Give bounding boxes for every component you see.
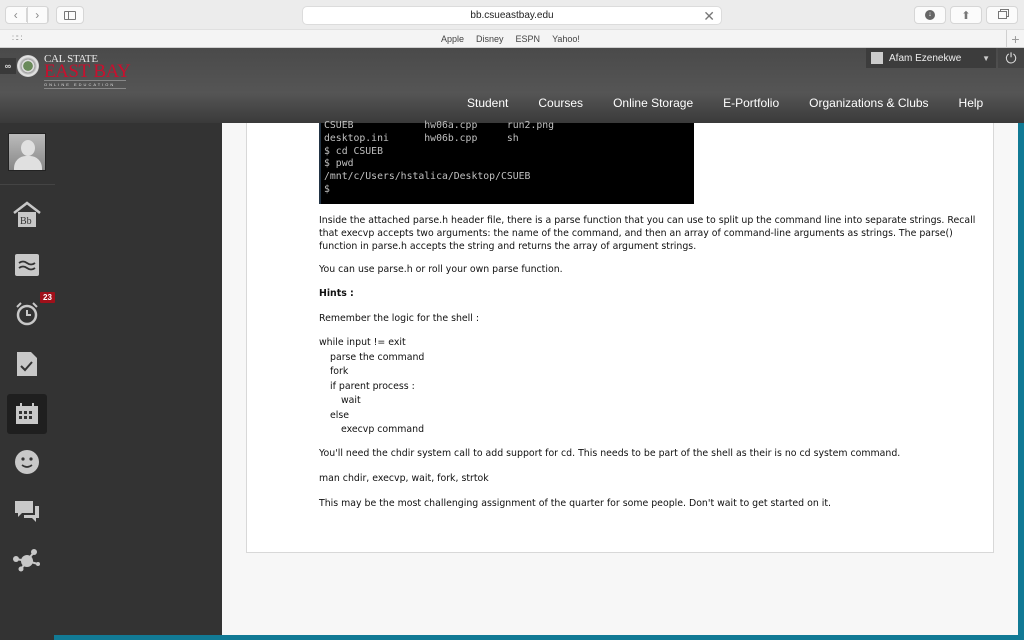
logout-button[interactable]: ⏻ (998, 48, 1024, 68)
sidebar-toggle-button[interactable] (56, 6, 84, 24)
chevron-right-icon: › (28, 8, 48, 22)
network-icon (13, 549, 40, 572)
nav-online-storage[interactable]: Online Storage (613, 96, 693, 110)
sidebar-item-home[interactable]: Bb (10, 198, 44, 232)
nav-e-portfolio[interactable]: E-Portfolio (723, 96, 779, 110)
terminal-line: /mnt/c/Users/hstalica/Desktop/CSUEB (324, 171, 531, 183)
nav-help[interactable]: Help (959, 96, 984, 110)
chat-bubbles-icon (15, 501, 39, 522)
tabs-button[interactable] (986, 6, 1018, 24)
close-icon[interactable]: ✕ (703, 8, 715, 24)
bookmark-disney[interactable]: Disney (476, 34, 504, 44)
plus-icon: + (1011, 31, 1020, 47)
pseudo-line: if parent process : (330, 380, 415, 392)
waves-icon (15, 254, 39, 276)
pseudo-line: while input != exit (319, 337, 406, 348)
svg-text:Bb: Bb (20, 216, 32, 227)
divider (0, 184, 55, 185)
notification-badge: 23 (40, 292, 55, 303)
link-icon[interactable]: ∞ (0, 58, 16, 74)
pseudo-line: fork (330, 366, 349, 377)
pseudo-line: else (330, 409, 350, 421)
paragraph-roll-own: You can use parse.h or roll your own par… (319, 264, 563, 275)
sidebar-item-calendar[interactable] (7, 394, 47, 434)
bookmark-yahoo[interactable]: Yahoo! (552, 34, 580, 44)
forward-button[interactable]: › (28, 7, 48, 23)
sidebar-item-profile[interactable] (10, 445, 44, 479)
paragraph-parse-h: Inside the attached parse.h header file,… (319, 215, 976, 252)
new-tab-button[interactable]: + (1006, 30, 1024, 48)
hints-heading: Hints : (319, 288, 354, 299)
download-icon: ↓ (925, 10, 935, 20)
nav-organizations-clubs[interactable]: Organizations & Clubs (809, 96, 928, 110)
chevron-left-icon: ‹ (6, 8, 27, 22)
bookmarks-bar: ∷∷ Apple Disney ESPN Yahoo! + (0, 30, 1024, 48)
right-edge-strip (1018, 123, 1024, 640)
pseudo-line: parse the command (330, 351, 425, 363)
left-sidebar: Bb 23 (0, 123, 222, 640)
paragraph-man-pages: man chdir, execvp, wait, fork, strtok (319, 473, 489, 484)
bb-house-icon: Bb (13, 201, 41, 227)
bottom-edge-strip (54, 635, 1024, 640)
smiley-icon (15, 450, 39, 474)
tabs-icon (997, 11, 1007, 19)
sidebar-item-due-dates[interactable]: 23 (10, 292, 55, 331)
nav-student[interactable]: Student (467, 96, 508, 110)
terminal-line: $ pwd (324, 158, 354, 170)
pseudo-line: execvp command (341, 424, 425, 435)
terminal-line: $ cd CSUEB (324, 145, 383, 157)
browser-toolbar: ‹ › bb.csueastbay.edu ✕ ↓ ⬆ (0, 0, 1024, 30)
profile-avatar[interactable] (8, 133, 46, 171)
logo-line3: ONLINE EDUCATION (44, 80, 126, 89)
sidebar-item-messages[interactable] (10, 495, 44, 529)
terminal-line: desktop.ini hw06b.cpp sh (324, 132, 519, 144)
pseudo-line: wait (341, 395, 361, 406)
share-button[interactable]: ⬆ (950, 6, 982, 24)
grid-icon[interactable]: ∷∷ (12, 33, 23, 44)
paragraph-warning: This may be the most challenging assignm… (319, 498, 831, 509)
back-button[interactable]: ‹ (6, 7, 28, 23)
avatar (871, 52, 883, 64)
caret-down-icon: ▼ (982, 53, 990, 63)
terminal-screenshot: CSUEB hw06a.cpp run2.png desktop.ini hw0… (319, 120, 694, 204)
site-header: ∞ CAL STATE EAST BAY ONLINE EDUCATION Af… (0, 48, 1024, 123)
document-check-icon (17, 352, 37, 376)
user-menu[interactable]: Afam Ezenekwe ▼ (866, 48, 996, 68)
sidebar-icon (64, 10, 76, 20)
sidebar-item-connections[interactable] (10, 543, 44, 577)
history-nav: ‹ › (5, 6, 49, 24)
terminal-line: CSUEB hw06a.cpp run2.png (324, 120, 555, 131)
pseudocode-block: while input != exit parse the command fo… (319, 336, 424, 438)
user-name: Afam Ezenekwe (889, 52, 962, 64)
bookmark-espn[interactable]: ESPN (516, 34, 541, 44)
bookmark-apple[interactable]: Apple (441, 34, 464, 44)
address-bar[interactable]: bb.csueastbay.edu ✕ (302, 6, 722, 25)
main-nav: Student Courses Online Storage E-Portfol… (467, 96, 1013, 110)
alarm-clock-icon (16, 302, 38, 326)
university-seal (17, 55, 39, 77)
paragraph-logic: Remember the logic for the shell : (319, 313, 480, 324)
terminal-line: $ (324, 183, 330, 195)
sidebar-item-grades[interactable] (10, 347, 44, 381)
url-text: bb.csueastbay.edu (470, 10, 554, 21)
share-icon: ⬆ (961, 9, 971, 22)
calendar-icon (16, 403, 38, 424)
sidebar-item-stream[interactable] (10, 248, 44, 282)
power-icon: ⏻ (1005, 49, 1017, 66)
paragraph-chdir: You'll need the chdir system call to add… (319, 448, 901, 459)
downloads-button[interactable]: ↓ (914, 6, 946, 24)
nav-courses[interactable]: Courses (538, 96, 583, 110)
